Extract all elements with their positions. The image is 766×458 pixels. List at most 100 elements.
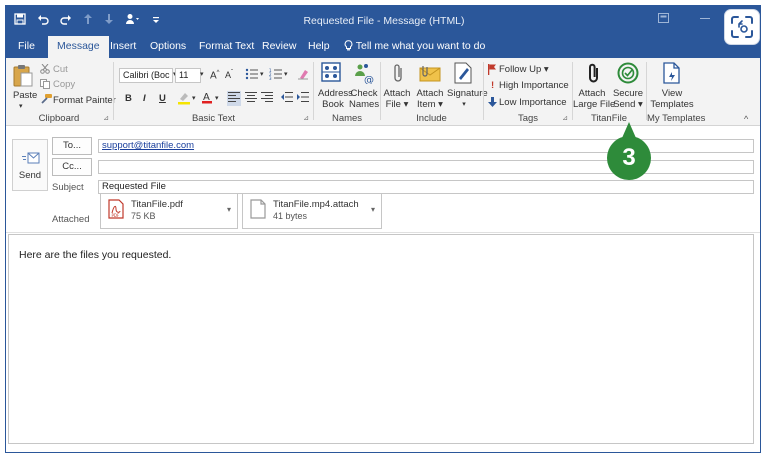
cc-field[interactable] xyxy=(98,160,754,174)
attach-file-icon[interactable] xyxy=(392,62,404,87)
group-basic-text: Calibri (Boc ▾ 11 ▾ A^ Aˇ ▾ 123 ▾ B I U xyxy=(115,58,312,126)
attachment-chip[interactable]: TitanFile.mp4.attach 41 bytes ▾ xyxy=(242,193,382,229)
address-book-icon[interactable] xyxy=(321,62,341,85)
ribbon-divider xyxy=(313,62,314,120)
align-center-icon[interactable] xyxy=(245,92,257,105)
attach-item-label-2[interactable]: Item ▾ xyxy=(414,99,446,110)
secure-send-icon[interactable] xyxy=(617,62,639,87)
group-my-templates: View Templates My Templates xyxy=(647,58,705,126)
send-icon xyxy=(22,152,40,164)
format-painter-button[interactable]: Format Painter xyxy=(53,95,116,106)
attach-large-file-label-2[interactable]: Large File xyxy=(573,99,615,110)
attach-item-icon[interactable] xyxy=(419,64,441,85)
send-button[interactable]: Send xyxy=(12,139,48,191)
follow-up-button[interactable]: Follow Up ▾ xyxy=(499,64,549,75)
secure-send-label-1[interactable]: Secure xyxy=(611,88,645,99)
align-left-icon[interactable] xyxy=(227,91,241,106)
screen-capture-icon[interactable] xyxy=(724,9,760,45)
italic-button[interactable]: I xyxy=(143,93,146,104)
check-names-icon[interactable]: @ xyxy=(353,62,375,87)
shrink-font-icon[interactable]: Aˇ xyxy=(225,68,233,81)
numbering-dropdown-icon[interactable]: ▾ xyxy=(284,69,288,80)
high-importance-button[interactable]: High Importance xyxy=(499,80,569,91)
increase-indent-icon[interactable] xyxy=(297,92,309,105)
decrease-indent-icon[interactable] xyxy=(281,92,293,105)
minimize-icon[interactable] xyxy=(698,11,712,25)
font-size-select[interactable]: 11 xyxy=(175,68,201,83)
font-name-select[interactable]: Calibri (Boc xyxy=(119,68,173,83)
view-templates-label-1[interactable]: View xyxy=(647,88,697,99)
copy-icon[interactable] xyxy=(40,79,50,92)
flag-icon[interactable] xyxy=(488,64,497,78)
to-button[interactable]: To... xyxy=(52,137,92,155)
paste-icon[interactable] xyxy=(12,64,34,91)
paste-dropdown-icon[interactable]: ▾ xyxy=(19,101,23,112)
group-titanfile: Attach Large File Secure Send ▾ TitanFil… xyxy=(573,58,645,126)
tab-insert[interactable]: Insert xyxy=(110,40,136,52)
ribbon-display-options-icon[interactable] xyxy=(656,11,670,25)
message-body-editor[interactable]: Here are the files you requested. xyxy=(8,234,754,444)
attach-item-label-1[interactable]: Attach xyxy=(414,88,446,99)
attach-large-file-icon[interactable] xyxy=(587,62,601,87)
attachment-dropdown-icon[interactable]: ▾ xyxy=(227,205,231,214)
address-book-label-2[interactable]: Book xyxy=(318,99,348,110)
collapse-ribbon-icon[interactable]: ^ xyxy=(744,114,748,125)
align-right-icon[interactable] xyxy=(261,92,273,105)
title-bar: Requested File - Message (HTML) xyxy=(6,6,760,45)
cut-icon[interactable] xyxy=(40,63,50,77)
ribbon: Paste ▾ Cut Copy Format Painter Clipboar… xyxy=(6,58,760,126)
signature-dropdown-icon[interactable]: ▾ xyxy=(447,99,481,110)
tab-file[interactable]: File xyxy=(18,40,35,52)
check-names-label-2[interactable]: Names xyxy=(349,99,379,110)
check-names-label-1[interactable]: Check xyxy=(349,88,379,99)
bullets-dropdown-icon[interactable]: ▾ xyxy=(260,69,264,80)
low-importance-button[interactable]: Low Importance xyxy=(499,97,567,108)
bold-button[interactable]: B xyxy=(125,93,132,104)
attachment-name: TitanFile.mp4.attach xyxy=(273,199,359,210)
high-importance-icon[interactable]: ! xyxy=(491,80,494,91)
basic-text-launcher-icon[interactable]: ⊿ xyxy=(303,114,309,122)
underline-button[interactable]: U xyxy=(159,93,166,104)
tell-me-box[interactable]: Tell me what you want to do xyxy=(344,40,485,52)
tags-launcher-icon[interactable]: ⊿ xyxy=(562,114,568,122)
subject-field[interactable]: Requested File xyxy=(98,180,754,194)
numbering-icon[interactable]: 123 xyxy=(269,68,283,83)
view-templates-icon[interactable] xyxy=(662,62,682,87)
view-templates-label-2[interactable]: Templates xyxy=(647,99,697,110)
font-color-dropdown-icon[interactable]: ▾ xyxy=(215,93,219,104)
attachment-dropdown-icon[interactable]: ▾ xyxy=(371,205,375,214)
clear-formatting-icon[interactable] xyxy=(297,68,309,83)
address-book-label-1[interactable]: Address xyxy=(318,88,353,99)
group-clipboard: Paste ▾ Cut Copy Format Painter Clipboar… xyxy=(6,58,116,126)
secure-send-label-2[interactable]: Send ▾ xyxy=(611,99,645,110)
tab-help[interactable]: Help xyxy=(308,40,330,52)
signature-icon[interactable] xyxy=(453,62,473,87)
font-color-icon[interactable]: A xyxy=(201,90,213,107)
attach-large-file-label-1[interactable]: Attach xyxy=(573,88,611,99)
attach-file-label-2[interactable]: File ▾ xyxy=(383,99,411,110)
tags-group-label: Tags xyxy=(517,113,539,124)
signature-label[interactable]: Signature xyxy=(447,88,488,99)
font-size-dropdown-icon[interactable]: ▾ xyxy=(200,69,204,80)
highlight-dropdown-icon[interactable]: ▾ xyxy=(192,93,196,104)
low-importance-icon[interactable] xyxy=(488,97,497,110)
to-field[interactable]: support@titanfile.com xyxy=(98,139,754,153)
tab-options[interactable]: Options xyxy=(150,40,186,52)
attach-file-label-1[interactable]: Attach xyxy=(383,88,411,99)
tab-review[interactable]: Review xyxy=(262,40,296,52)
tab-message[interactable]: Message xyxy=(48,36,109,58)
paste-button[interactable]: Paste xyxy=(13,90,37,101)
attachment-chip[interactable]: PDF TitanFile.pdf 75 KB ▾ xyxy=(100,193,238,229)
grow-font-icon[interactable]: A^ xyxy=(210,68,220,81)
cut-button[interactable]: Cut xyxy=(53,64,68,75)
pdf-icon: PDF xyxy=(108,199,124,219)
cc-button[interactable]: Cc... xyxy=(52,158,92,176)
copy-button[interactable]: Copy xyxy=(53,79,75,90)
group-tags: Follow Up ▾ ! High Importance Low Import… xyxy=(485,58,571,126)
bullets-icon[interactable] xyxy=(245,68,259,83)
lightbulb-icon xyxy=(344,40,353,51)
format-painter-icon[interactable] xyxy=(40,94,52,107)
tab-format-text[interactable]: Format Text xyxy=(199,40,254,52)
highlight-icon[interactable] xyxy=(177,91,191,108)
clipboard-launcher-icon[interactable]: ⊿ xyxy=(103,114,109,122)
